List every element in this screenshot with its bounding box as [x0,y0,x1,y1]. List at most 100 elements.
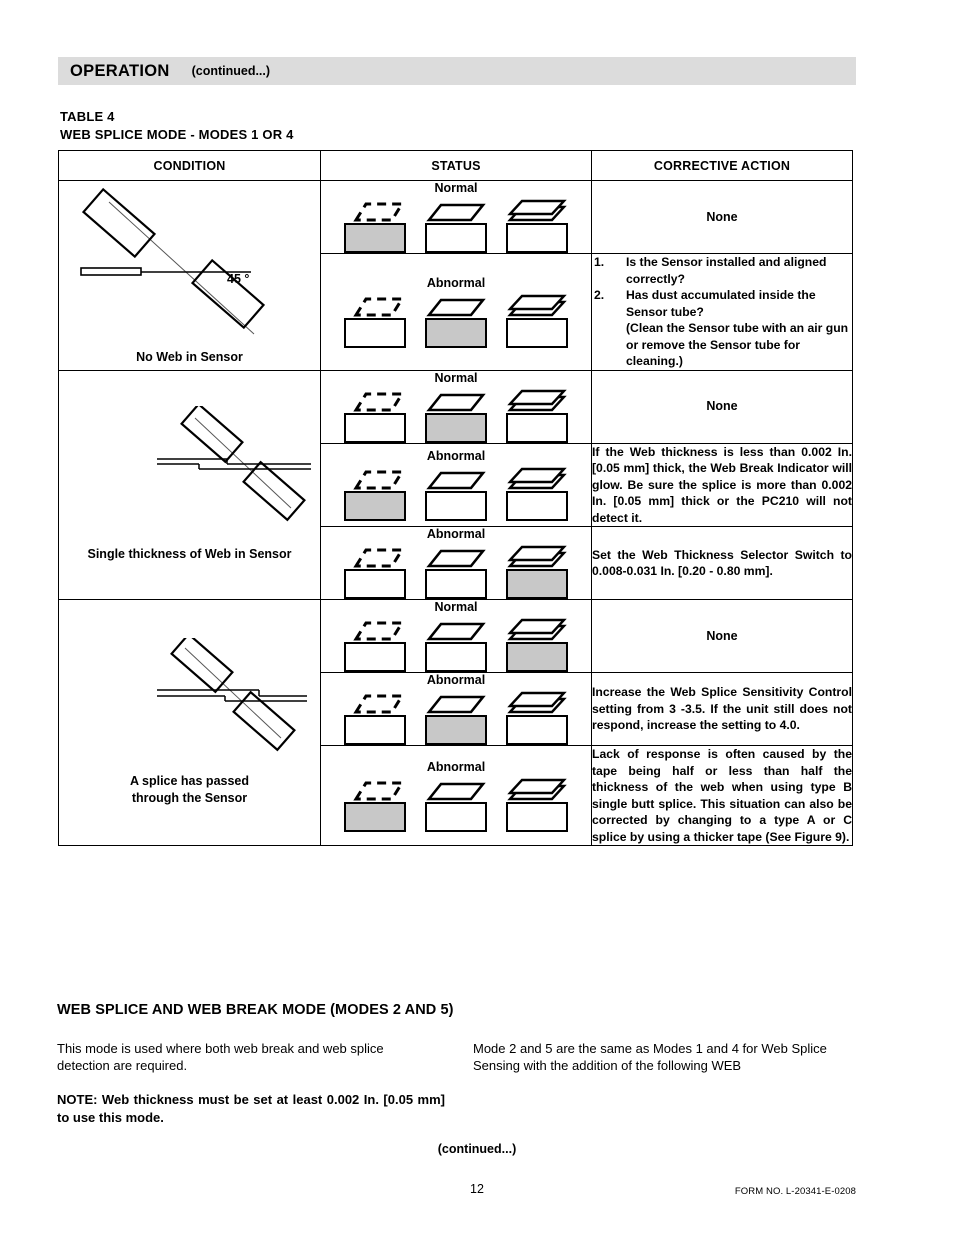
single-parallelogram-icon [426,622,486,641]
indicator-lamp [344,223,406,253]
indicator-splice-web [506,389,568,443]
dashed-parallelogram-icon [353,694,405,714]
indicator-splice-web [506,618,568,672]
corrective-action-cell: None [591,599,853,673]
table-row: 45 ° No Web in Sensor Normal None [58,180,853,371]
indicator-lamp [344,412,406,443]
page-title: OPERATION [70,61,170,80]
corrective-action-cell: None [591,369,853,444]
indicator-splice-web [506,778,568,832]
stacked-parallelogram-icon [507,778,567,800]
indicator-lamp [344,490,406,521]
indicator-no-web [344,199,406,253]
status-cell: Normal [320,369,592,444]
indicator-no-web [344,778,406,832]
indicator-single-web [425,691,487,745]
indicator-row [321,545,591,599]
stacked-parallelogram-icon [507,618,567,641]
dashed-parallelogram-icon [353,621,405,641]
indicator-no-web [344,467,406,521]
indicator-lamp [344,317,406,348]
indicator-single-web [425,199,487,253]
indicator-lamp [425,412,487,443]
corrective-action-list: 1. Is the Sensor installed and aligned c… [592,254,852,320]
footer-continued-label: (continued...) [437,1142,517,1156]
dashed-parallelogram-icon [353,548,405,568]
indicator-splice-web [506,467,568,521]
angle-label: 45 ° [227,272,250,287]
sensor-diagram-svg [80,188,266,335]
sensor-splice-diagram [59,632,320,773]
indicator-no-web [344,691,406,745]
indicator-lamp [506,223,568,253]
condition-caption: Single thickness of Web in Sensor [87,547,292,562]
single-parallelogram-icon [426,695,486,714]
status-label: Normal [434,600,478,614]
condition-cell-no-web: 45 ° No Web in Sensor [58,180,321,371]
section-heading: WEB SPLICE AND WEB BREAK MODE (MODES 2 A… [57,1002,454,1018]
indicator-row [321,778,591,832]
form-number: FORM NO. L-20341-E-0208 [734,1186,856,1197]
list-item: 1. Is the Sensor installed and aligned c… [592,254,852,287]
indicator-lamp [506,490,568,521]
indicator-lamp [506,715,568,745]
section-left-paragraph: This mode is used where both web break a… [57,1041,384,1073]
single-parallelogram-icon [426,393,486,411]
indicator-lamp [506,412,568,443]
dashed-parallelogram-icon [353,470,405,490]
indicator-lamp [425,715,487,745]
stacked-parallelogram-icon [507,199,567,222]
stacked-parallelogram-icon [507,691,567,714]
list-item-number: 1. [594,255,605,269]
indicator-lamp [344,715,406,745]
indicator-row [321,389,591,443]
table-subtitle: WEB SPLICE MODE - MODES 1 OR 4 [60,126,294,142]
table-caption: TABLE 4 WEB SPLICE MODE - MODES 1 OR 4 [60,108,294,143]
single-parallelogram-icon [426,298,486,317]
indicator-single-web [425,389,487,443]
indicator-single-web [425,545,487,599]
indicator-lamp [506,569,568,599]
indicator-lamp [344,569,406,599]
corrective-action-cell: Increase the Web Splice Sensitivity Cont… [591,672,853,746]
indicator-lamp [425,801,487,832]
condition-cell-single-web: Single thickness of Web in Sensor [58,369,321,600]
table-header-row: CONDITION STATUS CORRECTIVE ACTION [58,150,853,181]
indicator-row [321,467,591,521]
indicator-lamp [506,801,568,832]
list-item: 2. Has dust accumulated inside the Senso… [592,287,852,320]
stacked-parallelogram-icon [507,467,567,489]
list-item-text: Is the Sensor installed and aligned corr… [626,255,827,286]
indicator-single-web [425,618,487,672]
status-label: Abnormal [426,448,486,463]
condition-cell-splice: A splice has passed through the Sensor [58,599,321,846]
sensor-diagram-svg [157,402,311,522]
condition-caption-line2: through the Sensor [131,791,248,805]
status-label: Abnormal [426,527,486,541]
corrective-action-note: (Clean the Sensor tube with an air gun o… [626,321,849,368]
indicator-lamp [425,642,487,672]
indicator-lamp [425,569,487,599]
status-cell: Abnormal [320,745,592,846]
section-left-note: NOTE: Web thickness must be set at least… [57,1092,445,1125]
indicator-lamp [506,642,568,672]
corrective-action-cell: Lack of response is often caused by the … [591,745,853,846]
indicator-no-web [344,618,406,672]
indicator-no-web [344,545,406,599]
status-label: Normal [434,370,478,385]
indicator-single-web [425,467,487,521]
section-right-paragraph: Mode 2 and 5 are the same as Modes 1 and… [473,1041,827,1073]
indicator-single-web [425,294,487,348]
dashed-parallelogram-icon [353,297,405,317]
condition-caption: No Web in Sensor [136,350,243,365]
list-item-number: 2. [594,288,605,302]
indicator-splice-web [506,691,568,745]
table-number: TABLE 4 [60,109,115,124]
sensor-diagram-svg [157,632,307,752]
status-cell: Abnormal [320,672,592,746]
list-item-text: Has dust accumulated inside the Sensor t… [626,288,816,319]
indicator-no-web [344,389,406,443]
corrective-action-cell: Set the Web Thickness Selector Switch to… [591,526,853,600]
header-continued-label: (continued...) [191,64,271,78]
indicator-row [321,199,591,253]
